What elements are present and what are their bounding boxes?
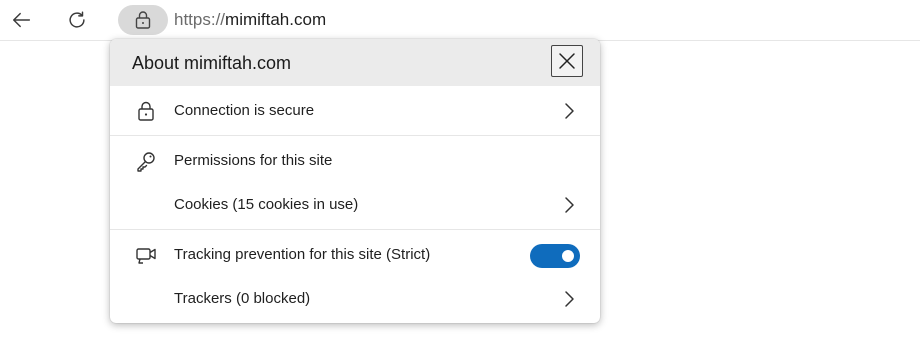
popup-title: About mimiftah.com [132, 53, 292, 73]
cookies-label: Cookies (15 cookies in use) [174, 196, 359, 213]
connection-secure-label: Connection is secure [174, 102, 315, 119]
trackers-row[interactable]: Trackers (0 blocked) [110, 277, 600, 321]
refresh-icon [69, 11, 85, 28]
url-host: mimiftah.com [225, 10, 327, 29]
permissions-row: Permissions for this site [110, 139, 600, 183]
lock-icon [135, 11, 151, 29]
address-bar[interactable]: https://mimiftah.com [118, 3, 920, 37]
chevron-right-icon [565, 103, 574, 119]
divider [110, 229, 600, 230]
back-arrow-icon [13, 12, 31, 28]
close-button[interactable] [551, 45, 583, 77]
key-icon [137, 152, 155, 172]
url-scheme: https:// [174, 10, 226, 29]
refresh-button[interactable] [61, 4, 93, 36]
tracking-icon-wrap [135, 244, 157, 266]
tracking-prevention-toggle[interactable] [530, 244, 580, 268]
close-icon [559, 53, 575, 69]
site-info-popup: About mimiftah.com Connection is secure [110, 39, 600, 323]
tracking-camera-icon [136, 248, 156, 264]
connection-secure-row[interactable]: Connection is secure [110, 89, 600, 133]
site-info-button[interactable] [118, 5, 168, 35]
toggle-knob [562, 250, 574, 262]
back-button[interactable] [6, 4, 38, 36]
permissions-label: Permissions for this site [174, 152, 333, 169]
browser-toolbar: https://mimiftah.com [0, 0, 920, 41]
trackers-label: Trackers (0 blocked) [174, 290, 311, 307]
connection-lock-icon-wrap [135, 100, 157, 122]
cookies-row[interactable]: Cookies (15 cookies in use) [110, 183, 600, 227]
chevron-right-icon [565, 291, 574, 307]
divider [110, 135, 600, 136]
key-icon-wrap [135, 150, 157, 172]
chevron-right-icon [565, 197, 574, 213]
url-text[interactable]: https://mimiftah.com [174, 10, 326, 30]
popup-header: About mimiftah.com [110, 39, 600, 86]
lock-icon [138, 101, 154, 121]
tracking-prevention-row: Tracking prevention for this site (Stric… [110, 233, 600, 277]
tracking-prevention-label: Tracking prevention for this site (Stric… [174, 246, 431, 263]
